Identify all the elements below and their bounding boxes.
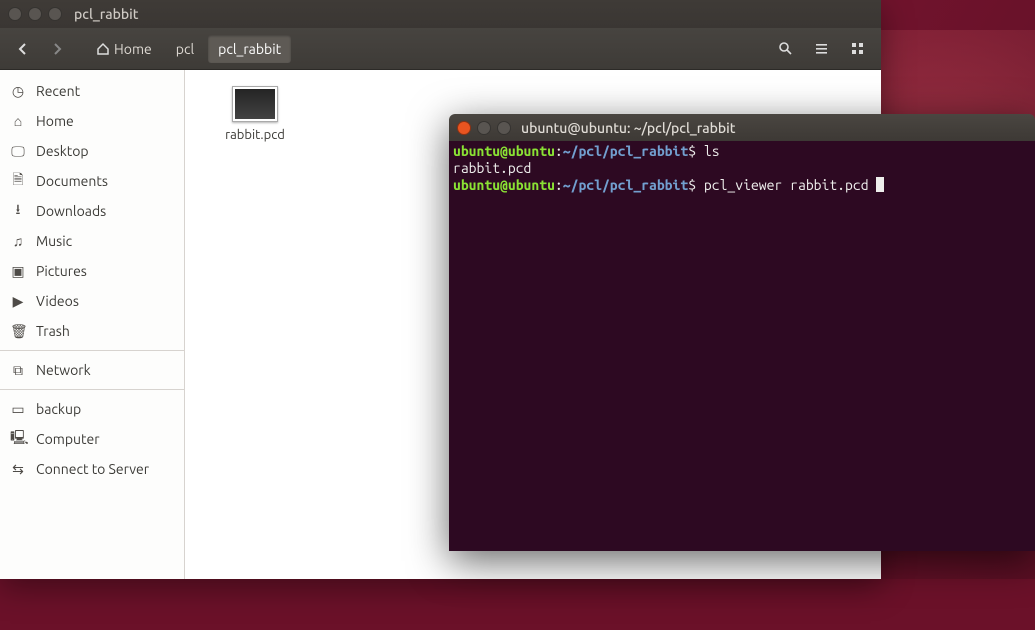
prompt-end: $ bbox=[688, 143, 696, 159]
home-icon bbox=[96, 42, 110, 56]
sidebar-item-computer[interactable]: 🖳 Computer bbox=[0, 424, 184, 454]
file-label: rabbit.pcd bbox=[225, 128, 285, 142]
sidebar-item-network[interactable]: ⧉ Network bbox=[0, 355, 184, 385]
sidebar-separator bbox=[0, 350, 184, 351]
view-list-button[interactable] bbox=[805, 35, 837, 63]
sidebar-item-label: backup bbox=[36, 401, 81, 417]
terminal-body[interactable]: ubuntu@ubuntu:~/pcl/pcl_rabbit$ ls rabbi… bbox=[449, 141, 1035, 551]
sidebar-item-music[interactable]: ♫ Music bbox=[0, 226, 184, 256]
window-maximize-button[interactable] bbox=[497, 121, 511, 135]
window-maximize-button[interactable] bbox=[48, 7, 62, 21]
breadcrumb-home[interactable]: Home bbox=[86, 35, 162, 63]
prompt-path: ~/pcl/pcl_rabbit bbox=[563, 143, 688, 159]
sidebar-item-videos[interactable]: ▶ Videos bbox=[0, 286, 184, 316]
network-icon: ⧉ bbox=[10, 362, 26, 379]
window-close-button[interactable] bbox=[8, 7, 22, 21]
file-manager-titlebar[interactable]: pcl_rabbit bbox=[0, 0, 881, 28]
sidebar-separator bbox=[0, 389, 184, 390]
sidebar-item-label: Pictures bbox=[36, 263, 87, 279]
terminal-command: ls bbox=[704, 143, 720, 159]
window-minimize-button[interactable] bbox=[477, 121, 491, 135]
window-title: pcl_rabbit bbox=[74, 6, 139, 22]
sidebar-item-home[interactable]: ⌂ Home bbox=[0, 106, 184, 136]
window-minimize-button[interactable] bbox=[28, 7, 42, 21]
server-icon: ⇆ bbox=[10, 461, 26, 478]
sidebar-item-downloads[interactable]: ⭳ Downloads bbox=[0, 196, 184, 226]
sidebar-item-backup[interactable]: ▭ backup bbox=[0, 394, 184, 424]
prompt-sep: : bbox=[555, 143, 563, 159]
chevron-left-icon bbox=[16, 42, 30, 56]
nav-forward-button[interactable] bbox=[42, 35, 72, 63]
terminal-cursor bbox=[876, 177, 884, 192]
sidebar-item-documents[interactable]: 🗎 Documents bbox=[0, 166, 184, 196]
grid-icon bbox=[850, 41, 865, 56]
sidebar-item-recent[interactable]: ◷ Recent bbox=[0, 76, 184, 106]
camera-icon: ▣ bbox=[10, 263, 26, 280]
sidebar-item-label: Desktop bbox=[36, 143, 89, 159]
prompt-sep: : bbox=[555, 177, 563, 193]
breadcrumb-label: Home bbox=[114, 41, 152, 57]
sidebar-item-label: Downloads bbox=[36, 203, 106, 219]
home-icon: ⌂ bbox=[10, 113, 26, 129]
search-icon bbox=[778, 41, 793, 56]
sidebar-item-label: Recent bbox=[36, 83, 80, 99]
file-thumbnail bbox=[232, 86, 278, 122]
file-manager-toolbar: Home pcl pcl_rabbit bbox=[0, 28, 881, 70]
terminal-titlebar[interactable]: ubuntu@ubuntu: ~/pcl/pcl_rabbit bbox=[449, 114, 1035, 141]
prompt-path: ~/pcl/pcl_rabbit bbox=[563, 177, 688, 193]
file-manager-sidebar: ◷ Recent ⌂ Home 🖵 Desktop 🗎 Documents ⭳ Downl… bbox=[0, 70, 185, 579]
video-icon: ▶ bbox=[10, 293, 26, 310]
trash-icon: 🗑 bbox=[10, 323, 26, 340]
drive-icon: ▭ bbox=[10, 401, 26, 418]
list-icon bbox=[814, 41, 829, 56]
clock-icon: ◷ bbox=[10, 83, 26, 100]
window-title: ubuntu@ubuntu: ~/pcl/pcl_rabbit bbox=[521, 120, 736, 136]
sidebar-item-label: Music bbox=[36, 233, 72, 249]
sidebar-item-desktop[interactable]: 🖵 Desktop bbox=[0, 136, 184, 166]
file-item[interactable]: rabbit.pcd bbox=[205, 86, 305, 142]
desktop-icon: 🖵 bbox=[10, 143, 26, 160]
sidebar-item-label: Connect to Server bbox=[36, 461, 149, 477]
prompt-end: $ bbox=[688, 177, 696, 193]
prompt-user: ubuntu@ubuntu bbox=[453, 177, 555, 193]
sidebar-item-label: Network bbox=[36, 362, 91, 378]
view-grid-button[interactable] bbox=[841, 35, 873, 63]
sidebar-item-connect-server[interactable]: ⇆ Connect to Server bbox=[0, 454, 184, 484]
prompt-user: ubuntu@ubuntu bbox=[453, 143, 555, 159]
breadcrumb-item[interactable]: pcl_rabbit bbox=[208, 35, 291, 63]
window-close-button[interactable] bbox=[457, 121, 471, 135]
sidebar-item-label: Videos bbox=[36, 293, 79, 309]
breadcrumb-label: pcl_rabbit bbox=[218, 41, 281, 57]
terminal-command: pcl_viewer rabbit.pcd bbox=[704, 177, 876, 193]
chevron-right-icon bbox=[50, 42, 64, 56]
sidebar-item-label: Computer bbox=[36, 431, 100, 447]
music-icon: ♫ bbox=[10, 233, 26, 249]
sidebar-item-label: Trash bbox=[36, 323, 70, 339]
breadcrumb-label: pcl bbox=[176, 41, 194, 57]
terminal-window: ubuntu@ubuntu: ~/pcl/pcl_rabbit ubuntu@u… bbox=[449, 114, 1035, 551]
computer-icon: 🖳 bbox=[10, 427, 26, 451]
sidebar-item-label: Documents bbox=[36, 173, 108, 189]
download-icon: ⭳ bbox=[10, 199, 26, 223]
search-button[interactable] bbox=[769, 35, 801, 63]
sidebar-item-label: Home bbox=[36, 113, 74, 129]
nav-back-button[interactable] bbox=[8, 35, 38, 63]
sidebar-item-trash[interactable]: 🗑 Trash bbox=[0, 316, 184, 346]
document-icon: 🗎 bbox=[10, 169, 26, 193]
breadcrumb-item[interactable]: pcl bbox=[166, 35, 204, 63]
sidebar-item-pictures[interactable]: ▣ Pictures bbox=[0, 256, 184, 286]
terminal-output: rabbit.pcd bbox=[453, 160, 531, 176]
